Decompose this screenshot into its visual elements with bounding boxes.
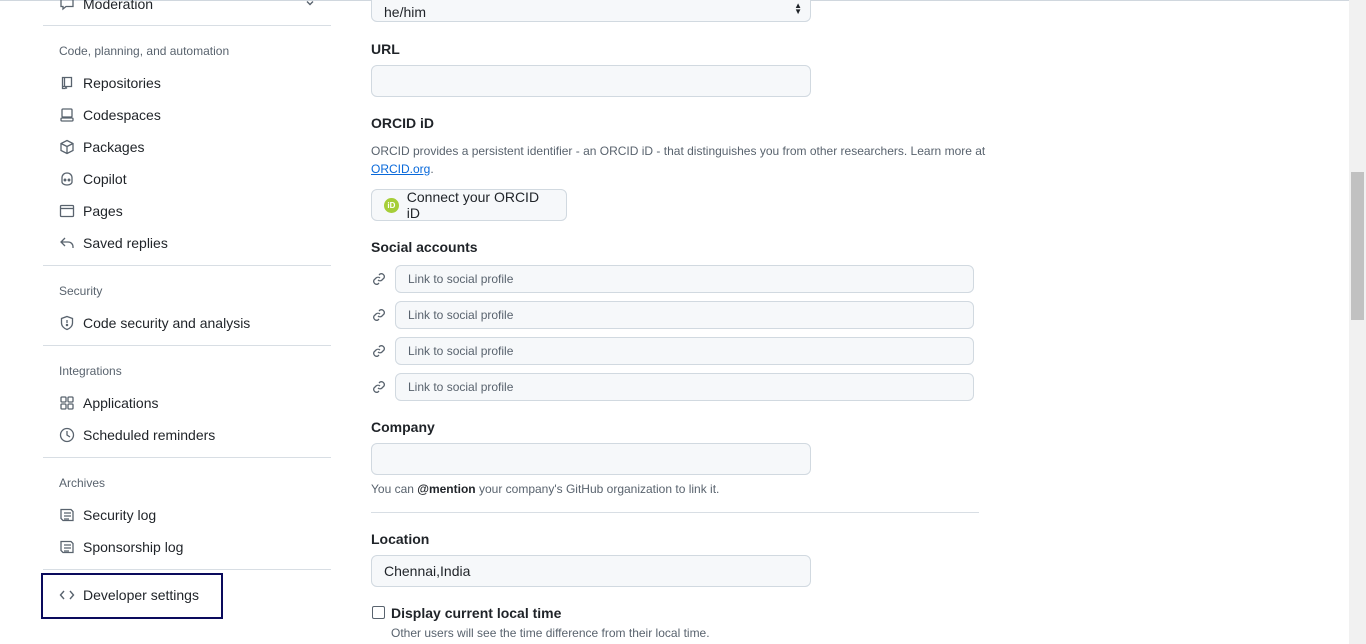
sidebar-item-label: Packages xyxy=(83,139,145,155)
company-label: Company xyxy=(371,419,435,435)
pronouns-select[interactable]: he/him ▲ ▼ xyxy=(371,0,811,22)
shield-icon xyxy=(59,315,75,331)
social-placeholder: Link to social profile xyxy=(408,272,514,286)
company-note: You can @mention your company's GitHub o… xyxy=(371,480,991,498)
company-note-post: your company's GitHub organization to li… xyxy=(475,482,720,496)
sidebar-item-pages[interactable]: Pages xyxy=(43,195,331,227)
sidebar-item-copilot[interactable]: Copilot xyxy=(43,163,331,195)
social-profile-input[interactable]: Link to social profile xyxy=(395,337,974,365)
social-profile-input[interactable]: Link to social profile xyxy=(395,265,974,293)
display-time-label[interactable]: Display current local time xyxy=(391,605,561,621)
company-input[interactable] xyxy=(371,443,811,475)
url-input[interactable] xyxy=(371,65,811,97)
sidebar-divider xyxy=(43,25,331,26)
focus-outline xyxy=(41,573,223,619)
sidebar-item-applications[interactable]: Applications xyxy=(43,387,331,419)
sidebar-item-label: Applications xyxy=(83,395,159,411)
link-icon xyxy=(371,379,387,395)
social-accounts-label: Social accounts xyxy=(371,239,478,255)
orcid-period: . xyxy=(430,162,434,176)
log-icon xyxy=(59,507,75,523)
codespaces-icon xyxy=(59,107,75,123)
sidebar-item-label: Moderation xyxy=(83,0,154,12)
sidebar-item-label: Copilot xyxy=(83,171,127,187)
apps-icon xyxy=(59,395,75,411)
sidebar-divider xyxy=(43,457,331,458)
sidebar-item-code-security[interactable]: Code security and analysis xyxy=(43,307,331,339)
sidebar-item-label: Code security and analysis xyxy=(83,315,251,331)
sidebar-item-scheduled-reminders[interactable]: Scheduled reminders xyxy=(43,419,331,451)
sidebar-item-label: Sponsorship log xyxy=(83,539,184,555)
clock-icon xyxy=(59,427,75,443)
repo-icon xyxy=(59,75,75,91)
orcid-description-text: ORCID provides a persistent identifier -… xyxy=(371,144,986,158)
sidebar-item-codespaces[interactable]: Codespaces xyxy=(43,99,331,131)
url-label: URL xyxy=(371,41,400,57)
scrollbar-track[interactable] xyxy=(1349,0,1366,644)
social-placeholder: Link to social profile xyxy=(408,380,514,394)
connect-orcid-button[interactable]: iD Connect your ORCID iD xyxy=(371,189,567,221)
section-heading-code: Code, planning, and automation xyxy=(59,44,230,58)
select-arrows-icon: ▲ ▼ xyxy=(794,1,802,16)
orcid-link[interactable]: ORCID.org xyxy=(371,162,430,176)
orcid-logo-icon: iD xyxy=(384,197,399,213)
copilot-icon xyxy=(59,171,75,187)
sidebar-item-moderation[interactable]: Moderation xyxy=(43,0,331,20)
sidebar-item-saved-replies[interactable]: Saved replies xyxy=(43,227,331,259)
link-icon xyxy=(371,343,387,359)
display-time-checkbox[interactable] xyxy=(372,606,385,619)
sidebar-item-sponsorship-log[interactable]: Sponsorship log xyxy=(43,531,331,563)
sidebar-item-label: Repositories xyxy=(83,75,161,91)
sidebar-item-label: Codespaces xyxy=(83,107,161,123)
sidebar-item-label: Scheduled reminders xyxy=(83,427,216,443)
location-value: Chennai,India xyxy=(384,563,471,579)
location-input[interactable]: Chennai,India xyxy=(371,555,811,587)
orcid-label: ORCID iD xyxy=(371,115,434,131)
sidebar-divider xyxy=(43,265,331,266)
log-icon xyxy=(59,539,75,555)
link-icon xyxy=(371,307,387,323)
company-note-pre: You can xyxy=(371,482,418,496)
display-time-note: Other users will see the time difference… xyxy=(391,626,710,640)
connect-orcid-label: Connect your ORCID iD xyxy=(406,189,540,221)
social-placeholder: Link to social profile xyxy=(408,308,514,322)
pronouns-value: he/him xyxy=(384,4,427,20)
location-label: Location xyxy=(371,531,430,547)
package-icon xyxy=(59,139,75,155)
sidebar-item-label: Pages xyxy=(83,203,123,219)
form-divider xyxy=(371,512,979,513)
chevron-down-icon[interactable] xyxy=(305,0,315,11)
orcid-description: ORCID provides a persistent identifier -… xyxy=(371,142,991,178)
comment-icon xyxy=(59,0,75,12)
sidebar-divider xyxy=(43,345,331,346)
section-heading-security: Security xyxy=(59,284,103,298)
reply-icon xyxy=(59,235,75,251)
social-profile-input[interactable]: Link to social profile xyxy=(395,373,974,401)
scrollbar-thumb[interactable] xyxy=(1351,172,1364,320)
sidebar-item-repositories[interactable]: Repositories xyxy=(43,67,331,99)
section-heading-integrations: Integrations xyxy=(59,364,122,378)
company-note-mention: @mention xyxy=(417,482,476,496)
sidebar-item-packages[interactable]: Packages xyxy=(43,131,331,163)
social-profile-input[interactable]: Link to social profile xyxy=(395,301,974,329)
browser-icon xyxy=(59,203,75,219)
sidebar-divider xyxy=(43,569,331,570)
sidebar-item-label: Security log xyxy=(83,507,157,523)
link-icon xyxy=(371,271,387,287)
social-placeholder: Link to social profile xyxy=(408,344,514,358)
sidebar-item-security-log[interactable]: Security log xyxy=(43,499,331,531)
sidebar-item-label: Saved replies xyxy=(83,235,168,251)
section-heading-archives: Archives xyxy=(59,476,106,490)
